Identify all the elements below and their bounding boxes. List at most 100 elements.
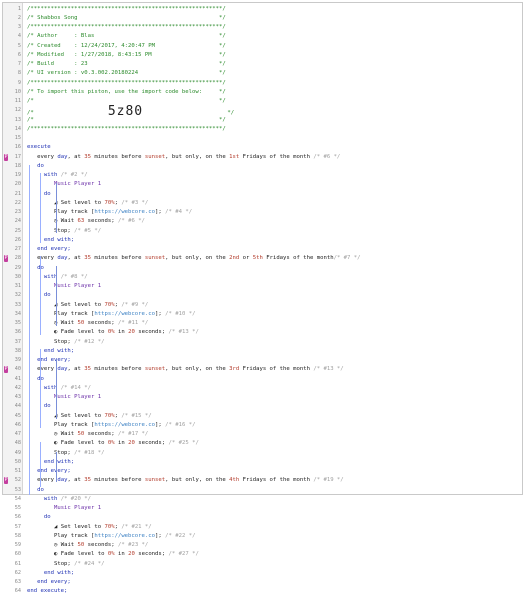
code-text: /* Build : 23 */ bbox=[27, 61, 226, 67]
code-text: /* Author : Blas */ bbox=[27, 33, 226, 40]
statement-marker-icon[interactable]: P bbox=[4, 255, 8, 263]
code-text: do bbox=[37, 375, 44, 382]
line-number: 47 bbox=[14, 431, 21, 437]
code-text: with /* #20 */ bbox=[43, 495, 92, 502]
code-text: end every; bbox=[37, 579, 71, 585]
code-line: 8 /* UI version : v0.3.002.20180224 */ bbox=[3, 69, 522, 78]
line-number: 53 bbox=[14, 486, 21, 493]
code-line: 27 end every; bbox=[3, 245, 522, 254]
piston-code-viewer: 1 /**************************************… bbox=[2, 2, 523, 594]
line-number: 60 bbox=[14, 551, 21, 558]
line-number: 4 bbox=[17, 33, 21, 40]
code-line: 38 end with; bbox=[3, 347, 522, 356]
code-text: ◐ Fade level to 0% in 20 seconds; /* #27… bbox=[53, 551, 199, 558]
line-number: 46 bbox=[14, 421, 21, 428]
code-line: 13 /* */ bbox=[3, 116, 522, 125]
line-number: 48 bbox=[14, 440, 21, 447]
statement-marker-icon[interactable]: P bbox=[4, 366, 8, 374]
code-text: Play track [https://webcore.co]; /* #16 … bbox=[53, 421, 196, 428]
code-line: 2 /* Shabbos Song */ bbox=[3, 14, 522, 23]
line-number: 44 bbox=[14, 403, 21, 410]
code-text: do bbox=[43, 190, 51, 197]
code-line: 4 /* Author : Blas */ bbox=[3, 32, 522, 41]
code-line: 63 end every; bbox=[3, 578, 522, 587]
line-number: 31 bbox=[14, 283, 21, 289]
code-line: 35 ◷ Wait 50 seconds; /* #11 */ bbox=[3, 319, 522, 328]
code-text: ◐ Fade level to 0% in 20 seconds; /* #13… bbox=[53, 329, 199, 336]
code-line: 44 do bbox=[3, 402, 522, 411]
block-guide-every-4 bbox=[40, 442, 41, 487]
line-number: 9 bbox=[17, 79, 21, 86]
code-text: /* UI version : v0.3.002.20180224 */ bbox=[27, 70, 226, 77]
code-line: 45 ◢ Set level to 70%; /* #15 */ bbox=[3, 412, 522, 421]
code-text: Stop; /* #18 */ bbox=[53, 449, 105, 456]
line-number: 40 bbox=[14, 366, 21, 373]
code-text: with /* #2 */ bbox=[43, 172, 88, 178]
statement-marker-icon[interactable]: P bbox=[4, 153, 8, 161]
code-text: /* */ bbox=[27, 98, 226, 104]
code-line: 50 end with; bbox=[3, 458, 522, 467]
line-number: 2 bbox=[17, 14, 21, 21]
code-text: end every; bbox=[37, 246, 71, 252]
code-line: 59 ◷ Wait 50 seconds; /* #23 */ bbox=[3, 541, 522, 550]
code-text: every day, at 35 minutes before sunset, … bbox=[37, 153, 341, 160]
line-number: 12 bbox=[14, 107, 21, 114]
code-text: /* To import this piston, use the import… bbox=[27, 88, 226, 95]
code-line: 64 end execute; bbox=[3, 587, 522, 596]
line-number: 15 bbox=[14, 135, 21, 141]
line-number: 51 bbox=[14, 468, 21, 474]
block-guide-with-4 bbox=[56, 452, 57, 482]
code-text: Music Player 1 bbox=[53, 505, 102, 511]
code-text: /* */ bbox=[27, 116, 226, 123]
code-line: 48 ◐ Fade level to 0% in 20 seconds; /* … bbox=[3, 439, 522, 448]
code-text: end with; bbox=[43, 458, 75, 465]
line-number: 36 bbox=[14, 329, 21, 336]
code-line: P 28 every day, at 35 minutes before suns… bbox=[3, 254, 522, 263]
line-number: 52 bbox=[14, 477, 21, 484]
line-number: 13 bbox=[14, 116, 21, 123]
block-guide-execute bbox=[29, 165, 30, 495]
code-line: 57 ◢ Set level to 70%; /* #21 */ bbox=[3, 523, 522, 532]
code-text: end every; bbox=[37, 357, 71, 363]
line-number: 43 bbox=[14, 394, 21, 400]
code-line: 23 Play track [https://webcore.co]; /* #… bbox=[3, 208, 522, 217]
line-number: 57 bbox=[14, 523, 21, 530]
code-line: 32 do bbox=[3, 291, 522, 300]
code-text: ◢ Set level to 70%; /* #3 */ bbox=[53, 199, 149, 206]
code-text: ◢ Set level to 70%; /* #15 */ bbox=[53, 412, 152, 419]
line-number: 20 bbox=[14, 181, 21, 188]
line-number: 56 bbox=[14, 514, 21, 521]
code-line: 20 Music Player 1 bbox=[3, 180, 522, 189]
block-guide-with-1 bbox=[56, 183, 57, 233]
line-number: 23 bbox=[14, 209, 21, 215]
code-line: 26 end with; bbox=[3, 236, 522, 245]
statement-marker-icon[interactable]: P bbox=[4, 477, 8, 485]
code-text: /* Modified : 1/27/2018, 8:43:15 PM */ bbox=[27, 51, 226, 58]
line-number: 18 bbox=[14, 162, 21, 169]
line-number: 25 bbox=[14, 227, 21, 234]
code-text: do bbox=[37, 264, 44, 271]
code-text: with /* #8 */ bbox=[43, 273, 88, 280]
code-text: Play track [https://webcore.co]; /* #4 *… bbox=[53, 209, 193, 215]
line-number: 21 bbox=[14, 190, 21, 197]
code-text: end with; bbox=[43, 347, 75, 354]
code-text: Music Player 1 bbox=[53, 394, 102, 400]
line-number: 24 bbox=[14, 218, 21, 225]
code-line: 41 do bbox=[3, 375, 522, 384]
line-number: 5 bbox=[17, 42, 21, 49]
line-number: 3 bbox=[17, 24, 21, 30]
line-number: 32 bbox=[14, 292, 21, 299]
line-number: 26 bbox=[14, 236, 21, 243]
code-text: Play track [https://webcore.co]; /* #10 … bbox=[53, 310, 196, 317]
code-line: 7 /* Build : 23 */ bbox=[3, 60, 522, 69]
code-text: /* Shabbos Song */ bbox=[27, 14, 226, 21]
code-text: /***************************************… bbox=[27, 125, 226, 132]
code-text: ◢ Set level to 70%; /* #9 */ bbox=[53, 301, 149, 308]
code-text: /***************************************… bbox=[27, 79, 226, 86]
code-text: ◷ Wait 50 seconds; /* #23 */ bbox=[53, 542, 149, 548]
code-line: 9 /**************************************… bbox=[3, 79, 522, 88]
code-text: every day, at 35 minutes before sunset, … bbox=[37, 366, 344, 373]
code-text: every day, at 35 minutes before sunset, … bbox=[37, 477, 344, 484]
code-text: Play track [https://webcore.co]; /* #22 … bbox=[53, 532, 196, 539]
code-line: 60 ◐ Fade level to 0% in 20 seconds; /* … bbox=[3, 550, 522, 559]
